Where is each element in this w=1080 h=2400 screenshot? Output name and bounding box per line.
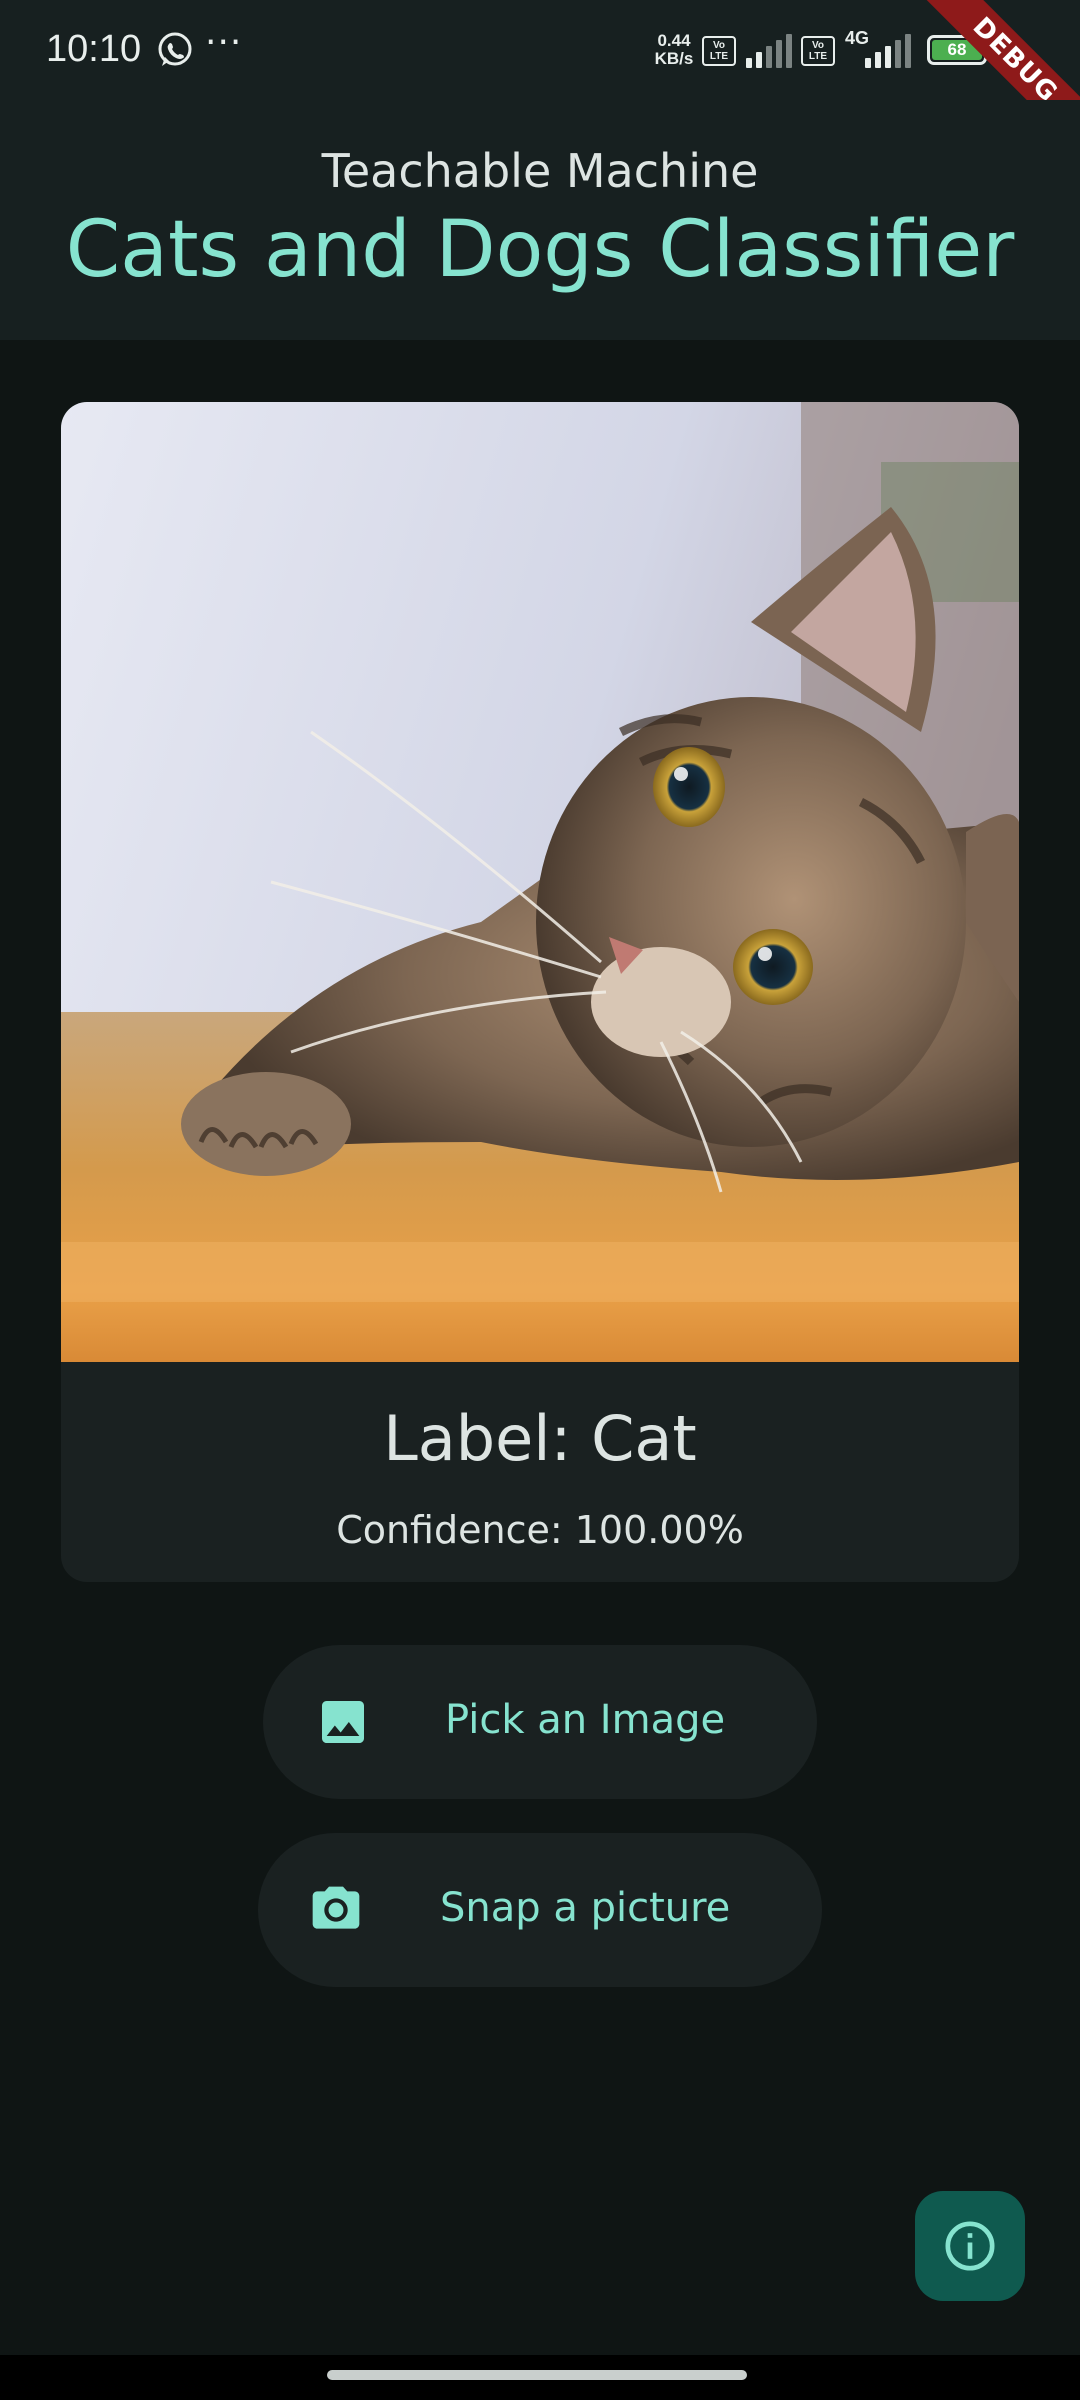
info-icon bbox=[945, 2221, 995, 2271]
app-subtitle: Teachable Machine bbox=[321, 144, 759, 198]
network-speed: 0.44 KB/s bbox=[650, 32, 698, 68]
image-icon bbox=[322, 1701, 364, 1743]
prediction-confidence: Confidence: 100.00% bbox=[336, 1508, 744, 1552]
volte-badge-2: Vo LTE bbox=[801, 36, 835, 66]
app-bar: Teachable Machine Cats and Dogs Classifi… bbox=[0, 100, 1080, 340]
snap-picture-label: Snap a picture bbox=[440, 1885, 731, 1931]
result-card: Label: Cat Confidence: 100.00% bbox=[61, 402, 1019, 1582]
camera-icon bbox=[312, 1886, 360, 1929]
whatsapp-icon bbox=[158, 32, 192, 66]
volte-badge-1: Vo LTE bbox=[702, 36, 736, 66]
app-title: Cats and Dogs Classifier bbox=[65, 205, 1015, 295]
prediction-label: Label: Cat bbox=[383, 1402, 697, 1475]
status-bar: 10:10 ··· 0.44 KB/s Vo LTE Vo LTE 4G 68 … bbox=[0, 0, 1080, 159]
status-time: 10:10 bbox=[46, 28, 142, 70]
pick-image-label: Pick an Image bbox=[445, 1697, 726, 1743]
cat-photo bbox=[61, 402, 1019, 1362]
pick-image-button[interactable]: Pick an Image bbox=[263, 1645, 817, 1799]
info-fab-button[interactable] bbox=[915, 2191, 1025, 2301]
network-speed-unit: KB/s bbox=[654, 49, 694, 68]
signal-icon bbox=[746, 34, 792, 68]
gesture-handle[interactable] bbox=[327, 2370, 747, 2380]
snap-picture-button[interactable]: Snap a picture bbox=[258, 1833, 822, 1987]
network-speed-value: 0.44 bbox=[657, 31, 691, 50]
more-notifications-icon: ··· bbox=[205, 22, 243, 63]
signal-icon-2 bbox=[865, 34, 911, 68]
